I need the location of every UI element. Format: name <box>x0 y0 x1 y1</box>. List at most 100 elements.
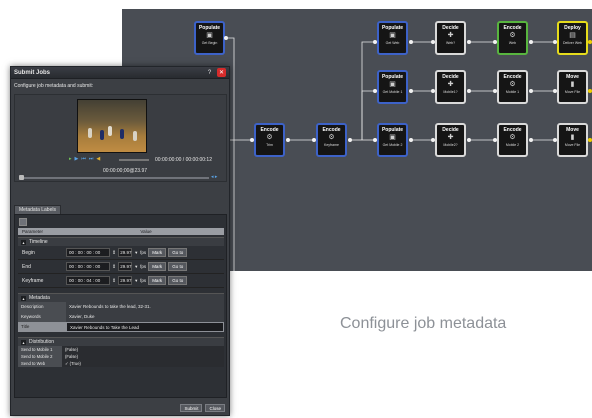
output-port[interactable] <box>588 89 592 93</box>
help-icon[interactable]: ? <box>205 68 214 77</box>
close-icon[interactable]: ✕ <box>217 68 226 77</box>
node-decide-mobile-2[interactable]: Decide ✚ Mobile2? <box>435 123 466 157</box>
node-deploy-web[interactable]: Deploy ▤ Deliver Web <box>557 21 588 55</box>
input-port[interactable] <box>553 40 557 44</box>
goto-button[interactable]: Go to <box>168 248 188 257</box>
tab-metadata-labels[interactable]: Metadata Labels <box>14 205 61 214</box>
mark-button[interactable]: Mark <box>148 262 167 271</box>
step-back-icon[interactable]: ▶ <box>75 156 79 162</box>
skip-back-icon[interactable]: ⏮ <box>81 156 86 162</box>
submit-button[interactable]: Submit <box>180 404 203 412</box>
close-button[interactable]: Close <box>205 404 225 412</box>
node-encode-mobile-2[interactable]: Encode ⚙ Mobile 2 <box>497 123 528 157</box>
goto-button[interactable]: Go to <box>168 276 188 285</box>
spinner-icon[interactable]: ⇕ <box>112 250 116 256</box>
input-port[interactable] <box>553 138 557 142</box>
grid-view-icon[interactable] <box>19 218 27 226</box>
input-port[interactable] <box>373 138 377 142</box>
output-port[interactable] <box>348 138 352 142</box>
output-port[interactable] <box>467 40 471 44</box>
output-port[interactable] <box>409 138 413 142</box>
description-field[interactable]: Xavier Rebounds to take the lead, 32-31. <box>66 301 224 312</box>
collapse-icon[interactable]: ▴ <box>21 239 26 245</box>
send-mobile-2-checkbox[interactable]: (False) <box>62 352 224 360</box>
input-port[interactable] <box>553 89 557 93</box>
property-grid: Parameter Value ▴ Timeline Begin 00 : 00… <box>18 228 224 367</box>
input-port[interactable] <box>373 89 377 93</box>
play-icon[interactable]: ▸ <box>69 156 72 162</box>
section-timeline[interactable]: ▴ Timeline <box>18 237 224 246</box>
node-move-file-1[interactable]: Move ▮ Move File <box>557 70 588 104</box>
keywords-field[interactable]: Xavier, Duke <box>66 311 224 322</box>
chevron-down-icon[interactable]: ▼ <box>134 250 138 255</box>
node-populate-get-web[interactable]: Populate ▣ Get Web <box>377 21 408 55</box>
metadata-row-description[interactable]: Description Xavier Rebounds to take the … <box>18 301 224 312</box>
output-port[interactable] <box>467 138 471 142</box>
output-port[interactable] <box>467 89 471 93</box>
send-web-checkbox[interactable]: ✓ (True) <box>62 359 224 367</box>
caption-text: Configure job metadata <box>340 315 507 332</box>
title-field[interactable]: Xavier Rebounds to Take the Lead <box>66 321 224 332</box>
collapse-icon[interactable]: ▴ <box>21 295 26 301</box>
input-port[interactable] <box>312 138 316 142</box>
node-populate-get-mobile-1[interactable]: Populate ▣ Get Mobile 1 <box>377 70 408 104</box>
node-encode-web[interactable]: Encode ⚙ Web <box>497 21 528 55</box>
input-port[interactable] <box>431 89 435 93</box>
volume-icon[interactable]: ◀ <box>96 156 100 162</box>
skip-forward-icon[interactable]: ⏭ <box>89 156 94 162</box>
goto-button[interactable]: Go to <box>168 262 188 271</box>
input-port[interactable] <box>493 40 497 44</box>
input-port[interactable] <box>250 138 254 142</box>
timecode-input[interactable]: 00 : 00 : 00 : 00 <box>66 262 110 271</box>
output-port[interactable] <box>286 138 290 142</box>
node-decide-mobile-1[interactable]: Decide ✚ Mobile1? <box>435 70 466 104</box>
node-title: Encode <box>503 127 522 133</box>
output-port[interactable] <box>529 89 533 93</box>
fps-select[interactable]: 29.97 <box>118 262 133 271</box>
distribution-row-web[interactable]: Send to Web ✓ (True) <box>18 359 224 367</box>
metadata-row-title[interactable]: Title Xavier Rebounds to Take the Lead <box>18 321 224 332</box>
fps-select[interactable]: 29.97 <box>118 248 133 257</box>
node-encode-trim[interactable]: Encode ⚙ Trim <box>254 123 285 157</box>
output-port[interactable] <box>588 138 592 142</box>
video-frame[interactable] <box>77 99 147 153</box>
input-port[interactable] <box>431 40 435 44</box>
submit-jobs-dialog: Submit Jobs ? ✕ Configure job metadata a… <box>10 66 230 416</box>
output-port[interactable] <box>529 40 533 44</box>
scrub-thumb[interactable] <box>19 175 24 180</box>
spinner-icon[interactable]: ⇕ <box>112 264 116 270</box>
chevron-down-icon[interactable]: ▼ <box>134 278 138 283</box>
timecode-input[interactable]: 00 : 00 : 04 : 00 <box>66 276 110 285</box>
output-port[interactable] <box>529 138 533 142</box>
volume-slider[interactable] <box>119 159 149 161</box>
timecode-input[interactable]: 00 : 00 : 00 : 00 <box>66 248 110 257</box>
scrub-bar[interactable] <box>19 177 209 179</box>
player-figure <box>133 131 137 141</box>
node-populate-get-mobile-2[interactable]: Populate ▣ Get Mobile 2 <box>377 123 408 157</box>
node-move-file-2[interactable]: Move ▮ Move File <box>557 123 588 157</box>
spinner-icon[interactable]: ⇕ <box>112 278 116 284</box>
node-decide-web[interactable]: Decide ✚ Web? <box>435 21 466 55</box>
send-mobile-1-checkbox[interactable]: (False) <box>62 345 224 353</box>
output-port[interactable] <box>409 89 413 93</box>
node-populate-get-begin[interactable]: Populate ▣ Get Begin <box>194 21 225 55</box>
fps-select[interactable]: 29.97 <box>118 276 133 285</box>
input-port[interactable] <box>373 40 377 44</box>
gears-icon: ⚙ <box>509 81 516 88</box>
mark-button[interactable]: Mark <box>148 276 167 285</box>
file-icon: ▮ <box>570 81 575 88</box>
mark-button[interactable]: Mark <box>148 248 167 257</box>
input-port[interactable] <box>493 89 497 93</box>
chevron-down-icon[interactable]: ▼ <box>134 264 138 269</box>
dialog-titlebar[interactable]: Submit Jobs ? ✕ <box>11 67 229 79</box>
output-port[interactable] <box>588 40 592 44</box>
input-port[interactable] <box>493 138 497 142</box>
output-port[interactable] <box>409 40 413 44</box>
metadata-row-keywords[interactable]: Keywords Xavier, Duke <box>18 311 224 322</box>
output-port[interactable] <box>224 36 228 40</box>
jump-end-icon[interactable]: ◂ ▸ <box>211 174 217 180</box>
input-port[interactable] <box>431 138 435 142</box>
collapse-icon[interactable]: ▴ <box>21 339 26 345</box>
node-encode-mobile-1[interactable]: Encode ⚙ Mobile 1 <box>497 70 528 104</box>
node-encode-keyframe[interactable]: Encode ⚙ Keyframe <box>316 123 347 157</box>
